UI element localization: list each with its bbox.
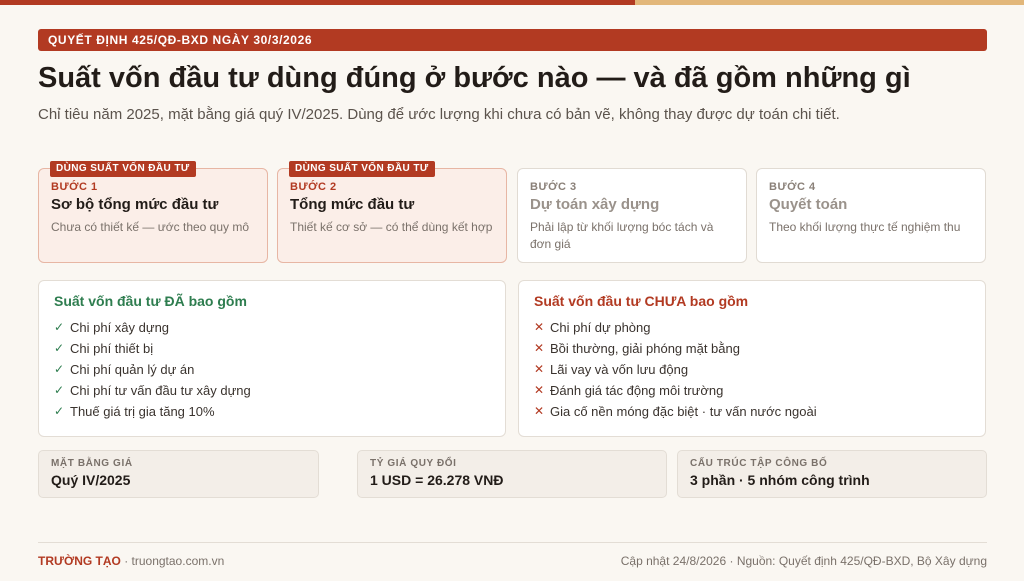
check-icon: ✓ — [54, 362, 65, 376]
cross-icon: ✕ — [534, 320, 545, 334]
list-item: ✕ Bồi thường, giải phóng mặt bằng — [534, 338, 970, 359]
stat-label: TỶ GIÁ QUY ĐỔI — [370, 458, 457, 469]
top-accent-bar — [0, 0, 1024, 5]
step-card-4: BƯỚC 4 Quyết toán Theo khối lượng thực t… — [756, 168, 986, 263]
decision-banner: QUYẾT ĐỊNH 425/QĐ-BXD NGÀY 30/3/2026 — [38, 29, 987, 51]
page-subtitle: Chỉ tiêu năm 2025, mặt bằng giá quý IV/2… — [38, 106, 840, 123]
included-list: ✓ Chi phí xây dựng ✓ Chi phí thiết bị ✓ Chi… — [54, 317, 490, 422]
list-item: ✕ Chi phí dự phòng — [534, 317, 970, 338]
stat-exchange-rate: TỶ GIÁ QUY ĐỔI 1 USD = 26.278 VNĐ — [357, 450, 667, 498]
excluded-list: ✕ Chi phí dự phòng ✕ Bồi thường, giải phón… — [534, 317, 970, 422]
list-item: ✓ Chi phí tư vấn đầu tư xây dựng — [54, 380, 490, 401]
check-icon: ✓ — [54, 383, 65, 397]
stat-label: CẤU TRÚC TẬP CÔNG BỐ — [690, 458, 828, 469]
step-card-2: DÙNG SUẤT VỐN ĐẦU TƯ BƯỚC 2 Tổng mức đầu… — [277, 161, 507, 263]
cross-icon: ✕ — [534, 362, 545, 376]
step-name: Dự toán xây dựng — [530, 196, 660, 213]
list-item-label: Đánh giá tác động môi trường — [550, 383, 724, 398]
list-item: ✕ Gia cố nền móng đặc biệt · tư vấn nước … — [534, 401, 970, 422]
step-name: Quyết toán — [769, 196, 848, 213]
cross-icon: ✕ — [534, 404, 545, 418]
stat-value: 3 phần · 5 nhóm công trình — [690, 472, 870, 488]
list-item-label: Lãi vay và vốn lưu động — [550, 362, 689, 377]
list-item-label: Chi phí xây dựng — [70, 320, 170, 335]
step-tag: DÙNG SUẤT VỐN ĐẦU TƯ — [50, 161, 196, 177]
footer-brand: TRƯỜNG TẠO · truongtao.com.vn — [38, 554, 224, 568]
step-name: Tổng mức đầu tư — [290, 196, 415, 213]
stat-structure: CẤU TRÚC TẬP CÔNG BỐ 3 phần · 5 nhóm côn… — [677, 450, 987, 498]
list-item: ✕ Đánh giá tác động môi trường — [534, 380, 970, 401]
step-tag: DÙNG SUẤT VỐN ĐẦU TƯ — [289, 161, 435, 177]
step-number: BƯỚC 3 — [530, 181, 577, 193]
step-card-1: DÙNG SUẤT VỐN ĐẦU TƯ BƯỚC 1 Sơ bộ tổng m… — [38, 161, 268, 263]
list-item: ✓ Chi phí xây dựng — [54, 317, 490, 338]
list-item-label: Gia cố nền móng đặc biệt · tư vấn nước n… — [550, 404, 817, 419]
step-description: Chưa có thiết kế — ước theo quy mô — [51, 220, 250, 234]
step-description: Phải lập từ khối lượng bóc tách và đơn g… — [530, 220, 714, 251]
brand-site-link[interactable]: · truongtao.com.vn — [121, 554, 224, 568]
stat-value: 1 USD = 26.278 VNĐ — [370, 472, 504, 488]
list-item-label: Thuế giá trị gia tăng 10% — [70, 404, 215, 419]
included-panel-title: Suất vốn đầu tư ĐÃ bao gồm — [54, 293, 247, 309]
footer-source-note: Cập nhật 24/8/2026 · Nguồn: Quyết định 4… — [620, 554, 987, 568]
check-icon: ✓ — [54, 404, 65, 418]
stat-label: MẶT BẰNG GIÁ — [51, 458, 133, 469]
list-item-label: Chi phí quản lý dự án — [70, 362, 195, 377]
list-item: ✓ Chi phí quản lý dự án — [54, 359, 490, 380]
check-icon: ✓ — [54, 341, 65, 355]
step-card-3: BƯỚC 3 Dự toán xây dựng Phải lập từ khối… — [517, 168, 747, 263]
cross-icon: ✕ — [534, 383, 545, 397]
accent-bar-red — [0, 0, 635, 5]
step-name: Sơ bộ tổng mức đầu tư — [51, 196, 219, 213]
list-item: ✓ Chi phí thiết bị — [54, 338, 490, 359]
list-item: ✓ Thuế giá trị gia tăng 10% — [54, 401, 490, 422]
list-item-label: Chi phí dự phòng — [550, 320, 651, 335]
step-description: Thiết kế cơ sở — có thể dùng kết hợp — [290, 220, 493, 234]
list-item-label: Bồi thường, giải phóng mặt bằng — [550, 341, 740, 356]
step-number: BƯỚC 2 — [290, 181, 337, 193]
footer-divider — [38, 542, 987, 543]
check-icon: ✓ — [54, 320, 65, 334]
included-costs-panel: Suất vốn đầu tư ĐÃ bao gồm ✓ Chi phí xây … — [38, 280, 506, 437]
list-item-label: Chi phí thiết bị — [70, 341, 154, 356]
accent-bar-gold — [635, 0, 1024, 5]
brand-name: TRƯỜNG TẠO — [38, 554, 121, 568]
cross-icon: ✕ — [534, 341, 545, 355]
stat-price-level: MẶT BẰNG GIÁ Quý IV/2025 — [38, 450, 319, 498]
step-description: Theo khối lượng thực tế nghiệm thu — [769, 220, 961, 234]
step-number: BƯỚC 4 — [769, 181, 816, 193]
list-item-label: Chi phí tư vấn đầu tư xây dựng — [70, 383, 251, 398]
stat-value: Quý IV/2025 — [51, 472, 131, 488]
list-item: ✕ Lãi vay và vốn lưu động — [534, 359, 970, 380]
step-number: BƯỚC 1 — [51, 181, 98, 193]
page-title: Suất vốn đầu tư dùng đúng ở bước nào — v… — [38, 62, 911, 94]
excluded-panel-title: Suất vốn đầu tư CHƯA bao gồm — [534, 293, 749, 309]
excluded-costs-panel: Suất vốn đầu tư CHƯA bao gồm ✕ Chi phí dự… — [518, 280, 986, 437]
